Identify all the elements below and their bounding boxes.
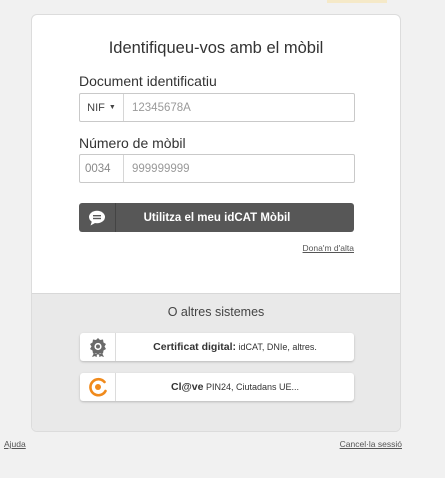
document-type-value: NIF	[87, 101, 105, 114]
document-type-select[interactable]: NIF ▼	[80, 94, 124, 121]
login-card: Identifiqueu-vos amb el mòbil Document i…	[31, 14, 401, 432]
caret-down-icon: ▼	[108, 104, 116, 111]
mobile-label: Número de mòbil	[79, 135, 186, 151]
document-label: Document identificatiu	[79, 73, 217, 89]
idcat-mobile-button-label: Utilitza el meu idCAT Mòbil	[143, 211, 291, 224]
clave-detail: PIN24, Ciutadans UE...	[205, 382, 299, 392]
document-number-input[interactable]	[124, 94, 354, 121]
digital-certificate-name: Certificat digital:	[153, 341, 236, 353]
help-link[interactable]: Ajuda	[4, 439, 26, 449]
digital-certificate-label: Certificat digital: idCAT, DNIe, altres.	[116, 341, 354, 353]
other-systems-title: O altres sistemes	[167, 305, 265, 319]
clave-label: Cl@ve PIN24, Ciutadans UE...	[116, 381, 354, 393]
certificate-badge-icon	[80, 333, 116, 361]
idcat-mobile-button[interactable]: Utilitza el meu idCAT Mòbil	[79, 203, 354, 232]
chat-bubble-icon	[79, 203, 116, 232]
digital-certificate-detail: idCAT, DNIe, altres.	[238, 342, 317, 352]
top-accent-bar	[327, 0, 387, 3]
page-title: Identifiqueu-vos amb el mòbil	[108, 39, 324, 57]
other-systems-section: O altres sistemes Certificat digital: id…	[32, 293, 400, 431]
country-code: 0034	[80, 155, 124, 182]
cancel-session-link[interactable]: Cancel·la sessió	[340, 439, 402, 449]
clave-logo-icon	[80, 373, 116, 401]
signup-link[interactable]: Dona'm d'alta	[303, 243, 354, 253]
mobile-number-input[interactable]	[124, 155, 354, 182]
digital-certificate-button[interactable]: Certificat digital: idCAT, DNIe, altres.	[80, 333, 354, 361]
mobile-input-group: 0034	[79, 154, 355, 183]
clave-button[interactable]: Cl@ve PIN24, Ciutadans UE...	[80, 373, 354, 401]
clave-name: Cl@ve	[171, 381, 204, 393]
document-input-group: NIF ▼	[79, 93, 355, 122]
